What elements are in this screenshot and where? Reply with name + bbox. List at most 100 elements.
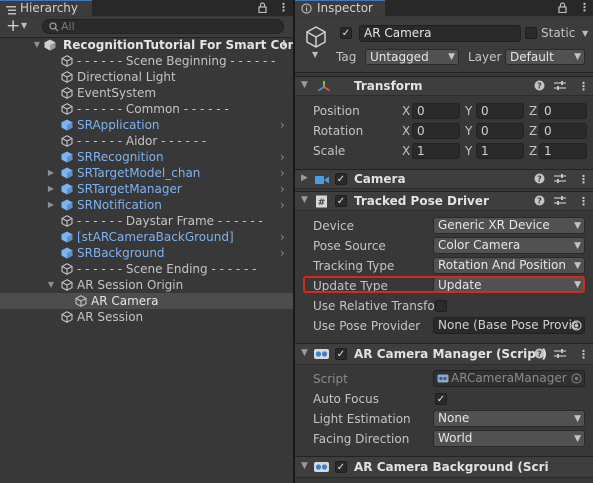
icon-dropdown-icon[interactable]: ▼ (312, 50, 318, 59)
scale-z-input[interactable]: 1 (539, 143, 587, 159)
object-name-input[interactable]: AR Camera (359, 25, 521, 42)
axis-x-label: X (402, 104, 411, 118)
hierarchy-item[interactable]: - - - - - - Scene Ending - - - - - - (0, 261, 293, 277)
hierarchy-item[interactable]: AR Session (0, 309, 293, 325)
chevron-right-icon[interactable]: › (280, 229, 285, 245)
position-x-input[interactable]: 0 (412, 103, 460, 119)
preset-sliders-icon[interactable] (554, 348, 566, 362)
chevron-right-icon[interactable]: › (280, 149, 285, 165)
static-dropdown-icon[interactable]: ▼ (582, 29, 588, 38)
position-y-input[interactable]: 0 (476, 103, 524, 119)
transform-header[interactable]: ▼ Transform ? ⋮ (295, 76, 593, 96)
facing-direction-dropdown[interactable]: World ▼ (433, 430, 585, 447)
rotation-z-input[interactable]: 0 (539, 123, 587, 139)
light-estimation-dropdown[interactable]: None ▼ (433, 410, 585, 427)
chevron-right-icon[interactable]: › (280, 181, 285, 197)
camera-header[interactable]: ▶ ✓ Camera ? ⋮ (295, 169, 593, 189)
active-checkbox[interactable]: ✓ (340, 27, 352, 39)
collapse-arrow-icon[interactable]: ▼ (301, 461, 308, 471)
hierarchy-item[interactable]: - - - - - - Common - - - - - - (0, 101, 293, 117)
hierarchy-item[interactable]: ▶ SRTargetManager › (0, 181, 293, 197)
auto-focus-checkbox[interactable]: ✓ (435, 393, 447, 405)
static-checkbox[interactable] (525, 27, 537, 39)
tracked-pose-driver-header[interactable]: ▼ # ✓ Tracked Pose Driver ? ⋮ (295, 191, 593, 211)
layer-dropdown[interactable]: Default ▼ (505, 49, 585, 65)
hierarchy-item-label: - - - - - - Scene Ending - - - - - - (77, 262, 257, 276)
chevron-right-icon[interactable]: › (280, 165, 285, 181)
hierarchy-item[interactable]: SRRecognition › (0, 149, 293, 165)
camera-enabled-checkbox[interactable]: ✓ (335, 173, 347, 185)
chevron-down-icon: ▼ (574, 221, 581, 231)
scene-row[interactable]: ▼ RecognitionTutorial For Smart Core ⋮ (0, 37, 293, 53)
scale-y-input[interactable]: 1 (476, 143, 524, 159)
more-options-icon[interactable]: ⋮ (278, 2, 289, 13)
tab-inspector[interactable]: Inspector (295, 0, 385, 16)
add-dropdown-icon[interactable]: ▼ (21, 21, 27, 30)
ar-camera-background-enabled-checkbox[interactable]: ✓ (335, 461, 347, 473)
component-menu-icon[interactable]: ⋮ (578, 80, 589, 93)
hierarchy-item[interactable]: ▶ SRTargetModel_chan › (0, 165, 293, 181)
ar-camera-manager-enabled-checkbox[interactable]: ✓ (335, 348, 347, 360)
svg-text:?: ? (537, 175, 542, 184)
collapse-arrow-icon[interactable]: ▼ (301, 80, 308, 90)
chevron-right-icon[interactable]: › (280, 245, 285, 261)
chevron-down-icon: ▼ (448, 52, 455, 62)
expand-arrow-icon[interactable]: ▶ (46, 181, 56, 197)
preset-sliders-icon[interactable] (554, 80, 566, 94)
hierarchy-item[interactable]: - - - - - - Aidor - - - - - - (0, 133, 293, 149)
hierarchy-item-selected[interactable]: AR Camera (0, 293, 293, 309)
component-menu-icon[interactable]: ⋮ (578, 173, 589, 186)
hierarchy-item[interactable]: - - - - - - Daystar Frame - - - - - - (0, 213, 293, 229)
help-icon[interactable]: ? (534, 80, 545, 94)
component-menu-icon[interactable]: ⋮ (578, 348, 589, 361)
hierarchy-item[interactable]: ▼ AR Session Origin (0, 277, 293, 293)
add-button[interactable]: + (6, 16, 20, 36)
chevron-right-icon[interactable]: › (280, 117, 285, 133)
tag-dropdown[interactable]: Untagged ▼ (365, 49, 459, 65)
position-z-input[interactable]: 0 (539, 103, 587, 119)
collapse-arrow-icon[interactable]: ▼ (301, 195, 308, 205)
pose-source-dropdown[interactable]: Color Camera ▼ (433, 237, 585, 254)
expand-arrow-icon[interactable]: ▶ (46, 165, 56, 181)
more-options-icon[interactable]: ⋮ (579, 2, 590, 13)
gameobject-cube-icon (61, 71, 73, 83)
help-icon[interactable]: ? (534, 173, 545, 187)
tracking-type-dropdown[interactable]: Rotation And Position ▼ (433, 257, 585, 274)
hierarchy-item[interactable]: [stARCameraBackGround] › (0, 229, 293, 245)
collapse-arrow-icon[interactable]: ▼ (301, 348, 308, 358)
ar-camera-manager-header[interactable]: ▼ ✓ AR Camera Manager (Script) ? ⋮ (295, 343, 593, 365)
tab-hierarchy[interactable]: Hierarchy (0, 0, 92, 16)
help-icon[interactable]: ? (534, 195, 545, 209)
chevron-down-icon: ▼ (574, 434, 581, 444)
chevron-right-icon[interactable]: › (280, 197, 285, 213)
lock-icon[interactable] (258, 2, 267, 15)
lock-icon[interactable] (558, 2, 567, 15)
tracked-pose-driver-enabled-checkbox[interactable]: ✓ (335, 195, 347, 207)
expand-arrow-icon[interactable]: ▼ (32, 37, 42, 53)
hierarchy-item[interactable]: SRApplication › (0, 117, 293, 133)
expand-arrow-icon[interactable]: ▶ (46, 197, 56, 213)
help-icon[interactable]: ? (534, 348, 545, 362)
object-picker-icon[interactable] (571, 320, 582, 333)
hierarchy-item[interactable]: ▶ SRNotification › (0, 197, 293, 213)
hierarchy-item[interactable]: EventSystem (0, 85, 293, 101)
prefab-cube-icon (61, 119, 73, 131)
gameobject-large-icon[interactable] (305, 26, 327, 53)
preset-sliders-icon[interactable] (554, 195, 566, 209)
preset-sliders-icon[interactable] (554, 173, 566, 187)
hierarchy-item[interactable]: SRBackground › (0, 245, 293, 261)
scale-x-input[interactable]: 1 (412, 143, 460, 159)
use-pose-provider-field[interactable]: None (Base Pose Provic (433, 317, 585, 334)
expand-arrow-icon[interactable]: ▶ (301, 173, 308, 183)
scene-menu-icon[interactable]: ⋮ (278, 37, 290, 53)
rotation-x-input[interactable]: 0 (412, 123, 460, 139)
device-dropdown[interactable]: Generic XR Device ▼ (433, 217, 585, 234)
use-relative-transform-checkbox[interactable] (435, 300, 447, 312)
search-input[interactable]: All (42, 19, 284, 34)
collapse-arrow-icon[interactable]: ▼ (46, 277, 56, 293)
component-menu-icon[interactable]: ⋮ (578, 195, 589, 208)
ar-camera-background-header[interactable]: ▼ ✓ AR Camera Background (Scri (295, 456, 593, 478)
hierarchy-item[interactable]: Directional Light (0, 69, 293, 85)
hierarchy-item[interactable]: - - - - - - Scene Beginning - - - - - - (0, 53, 293, 69)
rotation-y-input[interactable]: 0 (476, 123, 524, 139)
